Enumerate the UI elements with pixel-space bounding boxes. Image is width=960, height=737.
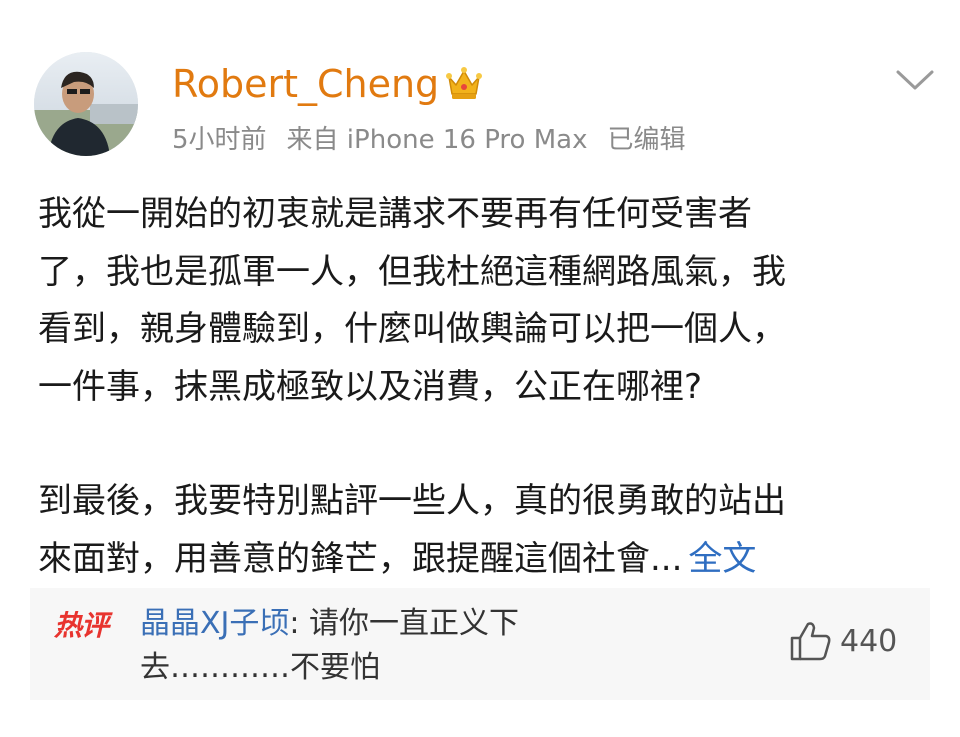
comment-separator: :: [289, 606, 300, 641]
weibo-post: Robert_Cheng 5小时前 来自 iPhone 16 Pro Max 已编辑…: [0, 0, 960, 737]
comment-text: 晶晶XJ子顷: 请你一直正义下 去…………不要怕: [140, 602, 640, 690]
crown-icon: [444, 63, 484, 103]
edited-label[interactable]: 已编辑: [607, 125, 685, 155]
like-count: 440: [840, 624, 898, 659]
text-line: 到最後，我要特別點評一些人，真的很勇敢的站出: [38, 481, 786, 521]
text-line: 了，我也是孤軍一人，但我杜絕這種網路風氣，我: [38, 251, 786, 292]
comment-body-line2: 去…………不要怕: [140, 650, 380, 685]
text-fragment: 來面對，用善意的鋒芒，跟提醒這個社會...: [38, 538, 683, 579]
hot-comment-badge: 热评: [54, 609, 109, 642]
text-line-last: 來面對，用善意的鋒芒，跟提醒這個社會... 全文: [38, 531, 928, 589]
post-paragraph: 到最後，我要特別點評一些人，真的很勇敢的站出 來面對，用善意的鋒芒，跟提醒這個社…: [38, 473, 928, 588]
post-meta: 5小时前 来自 iPhone 16 Pro Max 已编辑: [172, 120, 705, 160]
post-paragraph: 我從一開始的初衷就是講求不要再有任何受害者 了，我也是孤軍一人，但我杜絕這種網路…: [38, 186, 928, 416]
text-line: 看到，親身體驗到，什麼叫做輿論可以把一個人，: [38, 309, 786, 349]
text-line: 我從一開始的初衷就是講求不要再有任何受害者: [38, 194, 752, 234]
post-time: 5小时前: [172, 125, 267, 155]
read-full-link[interactable]: 全文: [688, 539, 756, 579]
text-line: 一件事，抹黑成極致以及消費，公正在哪裡?: [38, 366, 703, 407]
username[interactable]: Robert_Cheng: [172, 56, 439, 112]
post-source: 来自 iPhone 16 Pro Max: [286, 125, 588, 155]
chevron-down-icon[interactable]: [894, 66, 936, 94]
post-body: 我從一開始的初衷就是講求不要再有任何受害者 了，我也是孤軍一人，但我杜絕這種網路…: [38, 186, 928, 588]
comment-body-line1: 请你一直正义下: [299, 606, 520, 641]
commenter-name[interactable]: 晶晶XJ子顷: [140, 606, 289, 641]
thumbs-up-icon[interactable]: [788, 620, 832, 662]
hot-comment[interactable]: 热评 晶晶XJ子顷: 请你一直正义下 去…………不要怕 440: [30, 588, 930, 700]
avatar[interactable]: [34, 52, 138, 156]
